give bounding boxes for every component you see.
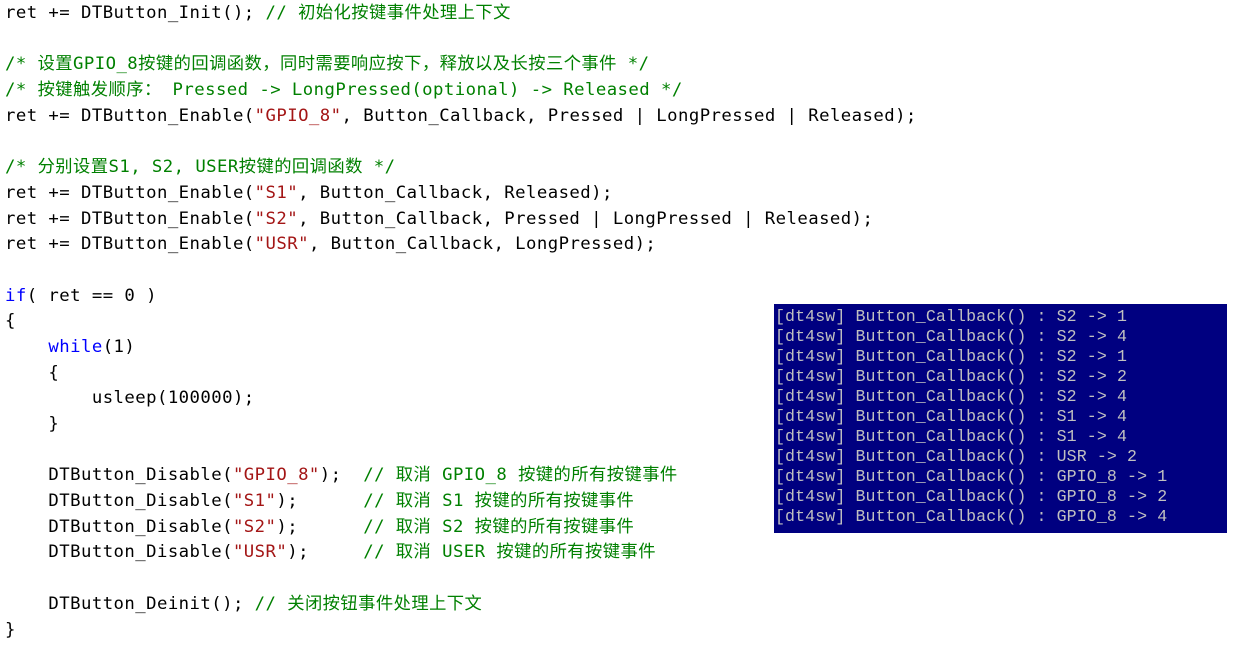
code-text: { xyxy=(5,362,60,383)
code-text: ); xyxy=(276,491,364,512)
code-text: , Button_Callback, Pressed | LongPressed… xyxy=(341,105,917,126)
code-line: ​ xyxy=(5,129,917,155)
code-line: DTButton_Disable("USR"); // 取消 USER 按键的所… xyxy=(5,540,917,566)
code-text: DTButton_Disable( xyxy=(5,542,233,563)
code-line: ret += DTButton_Init(); // 初始化按键事件处理上下文 xyxy=(5,1,917,27)
code-line: ret += DTButton_Enable("GPIO_8", Button_… xyxy=(5,104,917,130)
terminal-line: [dt4sw] Button_Callback() : S2 -> 1 xyxy=(775,307,1128,326)
code-text: DTButton_Disable( xyxy=(5,516,233,537)
code-string: "GPIO_8" xyxy=(254,105,342,126)
code-text: ); xyxy=(287,542,364,563)
terminal-line: [dt4sw] Button_Callback() : S1 -> 4 xyxy=(775,407,1128,426)
code-string: "USR" xyxy=(232,542,288,563)
code-text: DTButton_Disable( xyxy=(5,491,233,512)
code-comment: // 初始化按键事件处理上下文 xyxy=(265,3,511,23)
terminal-line: [dt4sw] Button_Callback() : S1 -> 4 xyxy=(775,427,1128,446)
code-keyword: while xyxy=(48,336,103,357)
code-text: } xyxy=(5,619,16,640)
code-line: ret += DTButton_Enable("USR", Button_Cal… xyxy=(5,232,917,258)
code-text: (1) xyxy=(102,336,136,357)
code-text: , Button_Callback, Pressed | LongPressed… xyxy=(298,208,874,229)
code-text: ret += DTButton_Enable( xyxy=(5,208,255,229)
code-text: ( ret == 0 ) xyxy=(26,285,157,306)
code-text: , Button_Callback, Released); xyxy=(298,182,613,203)
code-line: ret += DTButton_Enable("S1", Button_Call… xyxy=(5,181,917,207)
terminal-line: [dt4sw] Button_Callback() : S2 -> 4 xyxy=(775,327,1128,346)
code-comment: // 取消 USER 按键的所有按键事件 xyxy=(363,542,656,563)
code-text: usleep(100000); xyxy=(5,388,255,409)
code-string: "S1" xyxy=(232,491,277,512)
code-text: } xyxy=(5,414,60,434)
code-line: ​ xyxy=(5,258,917,284)
code-comment: // 关闭按钮事件处理上下文 xyxy=(254,593,483,614)
code-string: "USR" xyxy=(254,234,309,255)
code-comment: /* 按键触发顺序： Pressed -> LongPressed(option… xyxy=(5,80,683,101)
code-text: ); xyxy=(319,465,364,486)
code-text: ret += DTButton_Enable( xyxy=(5,234,255,255)
code-string: "S1" xyxy=(254,182,299,203)
code-line: DTButton_Deinit(); // 关闭按钮事件处理上下文 xyxy=(5,592,917,618)
terminal-log: [dt4sw] Button_Callback() : S2 -> 1 [dt4s… xyxy=(775,307,1167,527)
code-string: "S2" xyxy=(232,516,277,537)
code-comment: // 取消 S1 按键的所有按键事件 xyxy=(363,491,635,512)
code-comment: // 取消 GPIO_8 按键的所有按键事件 xyxy=(363,465,678,486)
code-text: DTButton_Disable( xyxy=(5,465,233,486)
code-text: , Button_Callback, LongPressed); xyxy=(308,234,657,255)
code-text: { xyxy=(5,311,16,332)
code-string: "GPIO_8" xyxy=(232,465,320,486)
code-text: DTButton_Deinit(); xyxy=(5,593,255,614)
code-line: ret += DTButton_Enable("S2", Button_Call… xyxy=(5,207,917,233)
code-string: "S2" xyxy=(254,208,299,229)
code-text: ret += DTButton_Init(); xyxy=(5,3,266,23)
code-keyword: if xyxy=(5,285,27,306)
terminal-line: [dt4sw] Button_Callback() : GPIO_8 -> 2 xyxy=(775,487,1168,506)
code-text: ret += DTButton_Enable( xyxy=(5,105,255,126)
code-comment: /* 分别设置S1, S2, USER按键的回调函数 */ xyxy=(5,157,396,178)
terminal-output: [dt4sw] Button_Callback() : S2 -> 1 [dt4s… xyxy=(774,304,1227,533)
code-line: /* 设置GPIO_8按键的回调函数，同时需要响应按下，释放以及长按三个事件 *… xyxy=(5,52,917,78)
terminal-line: [dt4sw] Button_Callback() : USR -> 2 xyxy=(775,447,1138,466)
code-line: } xyxy=(5,618,917,644)
code-text: ); xyxy=(276,516,364,537)
terminal-line: [dt4sw] Button_Callback() : S2 -> 1 xyxy=(775,347,1128,366)
code-text: ret += DTButton_Enable( xyxy=(5,182,255,203)
terminal-line: [dt4sw] Button_Callback() : S2 -> 4 xyxy=(775,387,1128,406)
code-line: /* 按键触发顺序： Pressed -> LongPressed(option… xyxy=(5,78,917,104)
code-line: /* 分别设置S1, S2, USER按键的回调函数 */ xyxy=(5,155,917,181)
code-line: ​ xyxy=(5,27,917,53)
code-comment: /* 设置GPIO_8按键的回调函数，同时需要响应按下，释放以及长按三个事件 *… xyxy=(5,54,650,75)
terminal-line: [dt4sw] Button_Callback() : GPIO_8 -> 4 xyxy=(775,507,1168,526)
code-line: ​ xyxy=(5,566,917,592)
terminal-line: [dt4sw] Button_Callback() : GPIO_8 -> 1 xyxy=(775,467,1168,486)
code-comment: // 取消 S2 按键的所有按键事件 xyxy=(363,516,635,537)
terminal-line: [dt4sw] Button_Callback() : S2 -> 2 xyxy=(775,367,1128,386)
